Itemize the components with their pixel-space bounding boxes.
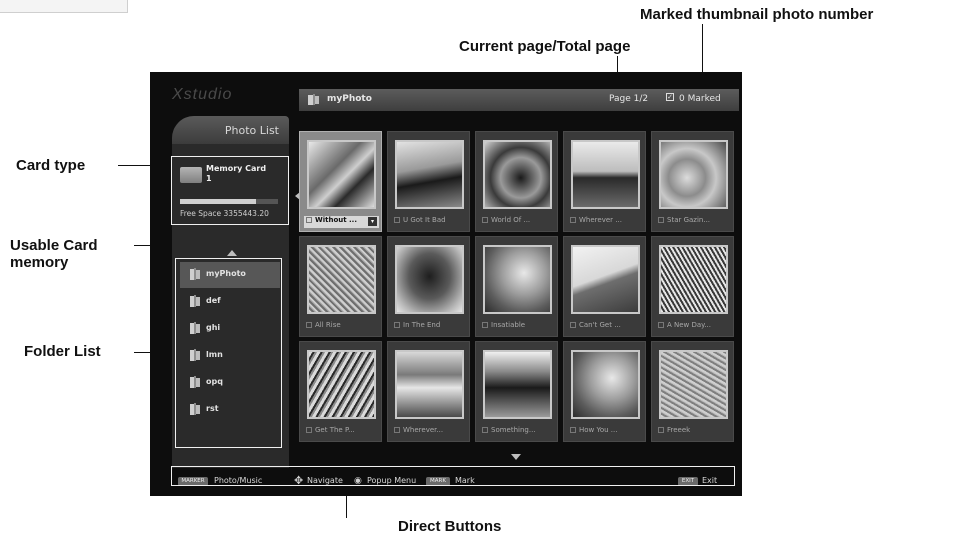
photo-image — [571, 245, 640, 314]
options-icon[interactable]: ▾ — [368, 217, 377, 226]
thumbnail-caption-bar: Wherever... — [392, 426, 467, 438]
mark-checkbox-icon — [570, 427, 576, 433]
app-logo: Xstudio — [172, 86, 233, 103]
photo-image — [395, 350, 464, 419]
photo-image — [659, 140, 728, 209]
photo-image — [307, 350, 376, 419]
mark-checkbox-icon — [658, 322, 664, 328]
thumbnail-caption: Star Gazin... — [667, 216, 711, 224]
header-bar: myPhoto Page 1/2 ✓ 0 Marked — [299, 89, 739, 111]
photo-thumbnail[interactable]: Star Gazin... — [651, 131, 734, 232]
direct-buttons-highlight — [171, 466, 735, 486]
scroll-down-arrow-icon[interactable] — [511, 454, 521, 460]
mark-checkbox-icon — [394, 217, 400, 223]
tab-photo-list[interactable]: Photo List — [172, 116, 289, 144]
thumbnail-caption: Insatiable — [491, 321, 526, 329]
photo-image — [571, 140, 640, 209]
thumbnail-caption: Wherever ... — [579, 216, 622, 224]
mark-checkbox-icon — [306, 217, 312, 223]
annotation-folder-list: Folder List — [24, 343, 101, 360]
mark-checkbox-icon — [306, 427, 312, 433]
thumbnail-caption: Without ... — [315, 216, 358, 224]
thumbnail-caption: Can't Get ... — [579, 321, 621, 329]
mark-checkbox-icon — [482, 322, 488, 328]
mark-checkbox-icon — [482, 217, 488, 223]
photo-thumbnail[interactable]: Wherever... — [387, 341, 470, 442]
photo-thumbnail[interactable]: In The End — [387, 236, 470, 337]
thumbnail-caption: Freeek — [667, 426, 691, 434]
thumbnail-caption: All Rise — [315, 321, 341, 329]
thumbnail-caption: How You ... — [579, 426, 618, 434]
photo-thumbnail[interactable]: Without ... ▾ — [299, 131, 382, 232]
thumbnail-caption-bar: U Got It Bad — [392, 216, 467, 228]
mark-checkbox-icon — [394, 322, 400, 328]
card-info-highlight — [171, 156, 289, 225]
annotation-marked-thumbnail: Marked thumbnail photo number — [640, 6, 874, 23]
photo-image — [395, 245, 464, 314]
photo-thumbnail[interactable]: Can't Get ... — [563, 236, 646, 337]
thumbnail-caption: In The End — [403, 321, 441, 329]
photo-image — [395, 140, 464, 209]
thumbnail-caption-bar: Without ... ▾ — [304, 216, 379, 228]
photo-thumbnail[interactable]: Freeek — [651, 341, 734, 442]
thumbnail-caption-bar: All Rise — [304, 321, 379, 333]
annotation-usable-memory-1: Usable Card — [10, 237, 98, 254]
photo-image — [307, 140, 376, 209]
photo-image — [307, 245, 376, 314]
photo-image — [571, 350, 640, 419]
marked-count: 0 Marked — [679, 94, 721, 104]
photo-image — [483, 140, 552, 209]
annotation-current-page: Current page/Total page — [459, 38, 631, 55]
photo-thumbnail[interactable]: World Of ... — [475, 131, 558, 232]
photo-image — [483, 245, 552, 314]
folder-icon — [307, 93, 321, 109]
thumbnail-caption-bar: Wherever ... — [568, 216, 643, 228]
thumbnail-caption: Something... — [491, 426, 536, 434]
photo-image — [659, 245, 728, 314]
thumbnail-caption-bar: Freeek — [656, 426, 731, 438]
photo-thumbnail[interactable]: Wherever ... — [563, 131, 646, 232]
annotation-card-type: Card type — [16, 157, 86, 174]
thumbnail-caption: World Of ... — [491, 216, 531, 224]
thumbnail-caption: U Got It Bad — [403, 216, 446, 224]
mark-checkbox-icon — [570, 322, 576, 328]
thumbnail-caption-bar: Can't Get ... — [568, 321, 643, 333]
mark-checkbox-icon — [394, 427, 400, 433]
folder-list-highlight — [175, 258, 282, 448]
thumbnail-caption-bar: A New Day... — [656, 321, 731, 333]
photo-thumbnail[interactable]: U Got It Bad — [387, 131, 470, 232]
photo-image — [483, 350, 552, 419]
thumbnail-caption-bar: Star Gazin... — [656, 216, 731, 228]
photo-thumbnail[interactable]: How You ... — [563, 341, 646, 442]
thumbnail-caption: Wherever... — [403, 426, 444, 434]
thumbnail-caption-bar: Insatiable — [480, 321, 555, 333]
page-indicator: Page 1/2 — [609, 94, 649, 104]
annotation-usable-memory-2: memory — [10, 254, 69, 271]
scroll-up-arrow-icon[interactable] — [227, 250, 237, 256]
mark-checkbox-icon — [658, 217, 664, 223]
thumbnail-caption: A New Day... — [667, 321, 712, 329]
checkmark-icon: ✓ — [666, 93, 674, 101]
thumbnail-caption-bar: Get The P... — [304, 426, 379, 438]
photo-thumbnail[interactable]: Insatiable — [475, 236, 558, 337]
mark-checkbox-icon — [570, 217, 576, 223]
thumbnail-caption-bar: In The End — [392, 321, 467, 333]
thumbnail-caption-bar: World Of ... — [480, 216, 555, 228]
photo-thumbnail[interactable]: Something... — [475, 341, 558, 442]
photo-thumbnail[interactable]: All Rise — [299, 236, 382, 337]
mark-checkbox-icon — [306, 322, 312, 328]
current-folder-title: myPhoto — [327, 94, 372, 104]
photo-thumbnail[interactable]: A New Day... — [651, 236, 734, 337]
photo-thumbnail[interactable]: Get The P... — [299, 341, 382, 442]
thumbnail-caption-bar: Something... — [480, 426, 555, 438]
photo-image — [659, 350, 728, 419]
annotation-direct-buttons: Direct Buttons — [398, 518, 502, 535]
thumbnail-caption: Get The P... — [315, 426, 355, 434]
mark-checkbox-icon — [658, 427, 664, 433]
page-corner-tab — [0, 0, 128, 13]
mark-checkbox-icon — [482, 427, 488, 433]
thumbnail-caption-bar: How You ... — [568, 426, 643, 438]
